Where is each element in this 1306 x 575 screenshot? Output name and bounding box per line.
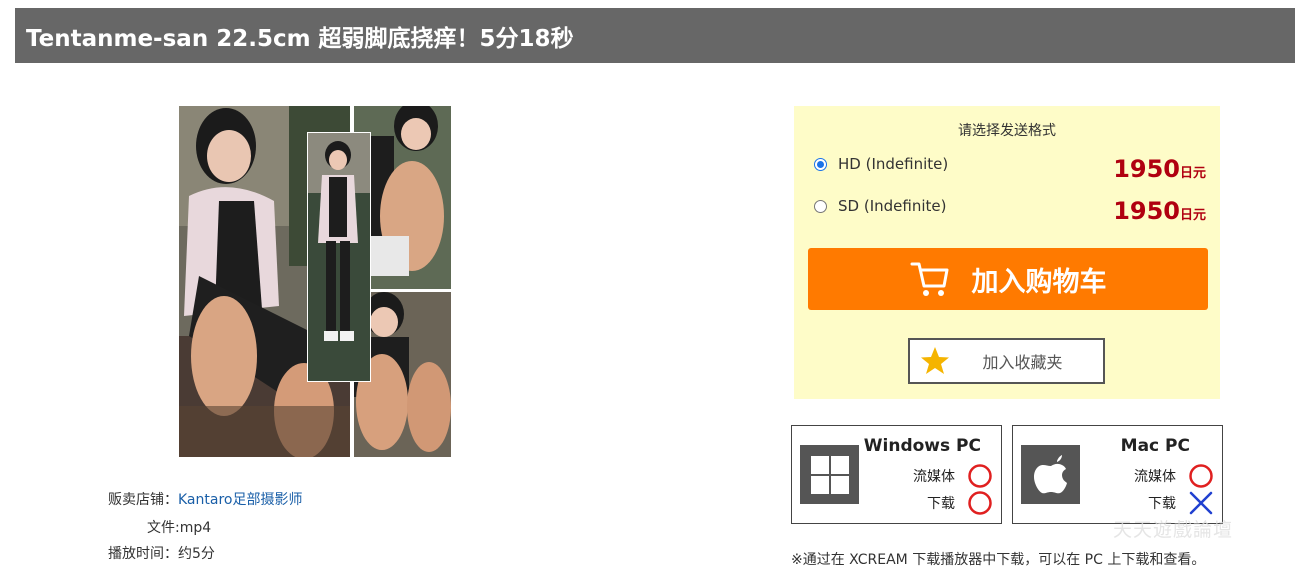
file-label: 文件: — [147, 520, 180, 536]
mac-name: Mac PC — [1120, 436, 1190, 456]
sd-price-currency: 日元 — [1179, 208, 1206, 223]
apple-logo-icon — [1021, 445, 1080, 504]
photo-full-body — [307, 132, 371, 382]
download-note: ※通过在 XCREAM 下载播放器中下载，可以在 PC 上下载和查看。 — [791, 552, 1206, 568]
mac-compat-card: Mac PC 流媒体 下载 — [1012, 425, 1223, 524]
add-to-cart-button[interactable]: 加入购物车 — [808, 248, 1208, 310]
circle-ok-icon — [1189, 464, 1213, 488]
hd-label: HD (Indefinite) — [838, 155, 949, 173]
shop-link[interactable]: Kantaro足部摄影师 — [178, 492, 302, 508]
format-option-hd[interactable]: HD (Indefinite) — [814, 155, 948, 173]
watermark: 天天遊戲論壇 — [1113, 519, 1234, 541]
file-row: 文件:mp4 — [147, 517, 211, 537]
hd-price-currency: 日元 — [1179, 166, 1206, 181]
sd-label: SD (Indefinite) — [838, 197, 947, 215]
product-image[interactable] — [179, 106, 451, 457]
add-to-favorites-button[interactable]: 加入收藏夹 — [908, 338, 1105, 384]
shop-label: 贩卖店铺： — [108, 492, 178, 508]
sd-price-value: 1950 — [1113, 197, 1180, 225]
duration-row: 播放时间：约5分 — [108, 543, 215, 563]
add-to-favorites-label: 加入收藏夹 — [982, 353, 1063, 372]
file-value: mp4 — [179, 520, 212, 536]
windows-download-label: 下载 — [927, 496, 955, 512]
cart-icon — [910, 262, 948, 296]
windows-stream-label: 流媒体 — [913, 469, 955, 485]
purchase-panel: 请选择发送格式 HD (Indefinite) 1950日元 SD (Indef… — [794, 106, 1220, 399]
hd-price-value: 1950 — [1113, 155, 1180, 183]
windows-name: Windows PC — [863, 436, 981, 456]
star-icon — [921, 347, 949, 374]
mac-stream-label: 流媒体 — [1134, 469, 1176, 485]
mac-download-label: 下载 — [1148, 496, 1176, 512]
mac-stream-row: 流媒体 — [1134, 463, 1214, 489]
hd-price: 1950日元 — [1113, 155, 1206, 183]
format-option-sd[interactable]: SD (Indefinite) — [814, 197, 946, 215]
hd-radio[interactable] — [814, 157, 827, 171]
sd-radio[interactable] — [814, 199, 827, 213]
circle-ok-icon — [968, 464, 992, 488]
windows-download-row: 下载 — [927, 490, 993, 516]
circle-ok-icon — [968, 491, 992, 515]
windows-compat-card: Windows PC 流媒体 下载 — [791, 425, 1002, 524]
mac-download-row: 下载 — [1148, 490, 1214, 516]
windows-stream-row: 流媒体 — [913, 463, 993, 489]
duration-value: 约5分 — [178, 546, 215, 562]
format-heading: 请选择发送格式 — [958, 123, 1056, 139]
shop-row: 贩卖店铺：Kantaro足部摄影师 — [108, 489, 302, 509]
windows-logo-icon — [800, 445, 859, 504]
page-title: Tentanme-san 22.5cm 超弱脚底挠痒！5分18秒 — [15, 8, 1295, 63]
add-to-cart-label: 加入购物车 — [971, 266, 1107, 298]
sd-price: 1950日元 — [1113, 197, 1206, 225]
cross-unavailable-icon — [1189, 491, 1213, 515]
page-title-text: Tentanme-san 22.5cm 超弱脚底挠痒！5分18秒 — [26, 25, 574, 52]
duration-label: 播放时间： — [108, 546, 178, 562]
